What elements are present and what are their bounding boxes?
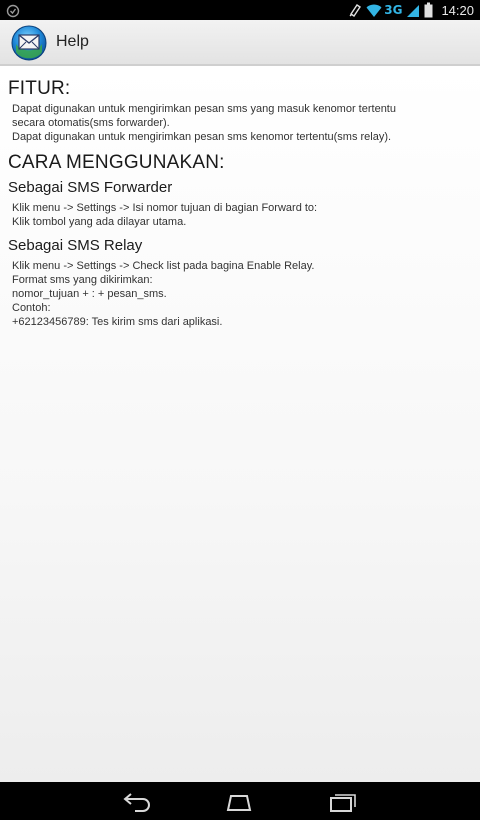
forwarder-title: Sebagai SMS Forwarder	[8, 179, 173, 196]
help-content: FITUR: Dapat digunakan untuk mengirimkan…	[0, 66, 480, 782]
back-icon[interactable]	[121, 790, 153, 812]
network-type-label: 3G	[384, 3, 403, 17]
battery-icon	[424, 2, 433, 18]
sms-envelope-app-icon[interactable]	[10, 24, 48, 62]
relay-title: Sebagai SMS Relay	[8, 237, 143, 254]
relay-line: nomor_tujuan + : + pesan_sms.	[12, 288, 167, 300]
relay-line: Format sms yang dikirimkan:	[12, 274, 153, 286]
relay-line: Contoh:	[12, 302, 51, 314]
notification-icon	[6, 3, 20, 18]
features-line: secara otomatis(sms forwarder).	[12, 117, 170, 129]
features-line: Dapat digunakan untuk mengirimkan pesan …	[12, 103, 396, 115]
forwarder-line: Klik tombol yang ada dilayar utama.	[12, 216, 187, 228]
screen: 3G 14:20 Help FITUR: Dapat digunakan unt…	[0, 0, 480, 820]
page-title: Help	[56, 33, 89, 50]
forwarder-line: Klik menu -> Settings -> Isi nomor tujua…	[12, 202, 318, 214]
clock: 14:20	[441, 2, 474, 18]
navigation-bar	[0, 782, 480, 820]
home-icon[interactable]	[223, 790, 255, 812]
recent-apps-icon[interactable]	[327, 790, 359, 812]
status-icons: 3G 14:20	[348, 1, 474, 19]
usage-heading: CARA MENGGUNAKAN:	[8, 152, 225, 173]
alarm-vibrate-icon	[348, 2, 362, 18]
features-line: Dapat digunakan untuk mengirimkan pesan …	[12, 131, 392, 143]
signal-icon	[406, 2, 420, 18]
relay-line: Klik menu -> Settings -> Check list pada…	[12, 260, 315, 272]
features-text: Dapat digunakan untuk mengirimkan pesan …	[8, 102, 472, 144]
wifi-icon	[366, 2, 382, 18]
status-bar: 3G 14:20	[0, 0, 480, 20]
relay-text: Klik menu -> Settings -> Check list pada…	[8, 259, 472, 329]
forwarder-text: Klik menu -> Settings -> Isi nomor tujua…	[8, 201, 472, 229]
action-bar: Help	[0, 20, 480, 66]
relay-line: +62123456789: Tes kirim sms dari aplikas…	[12, 316, 223, 328]
features-heading: FITUR:	[8, 78, 71, 99]
